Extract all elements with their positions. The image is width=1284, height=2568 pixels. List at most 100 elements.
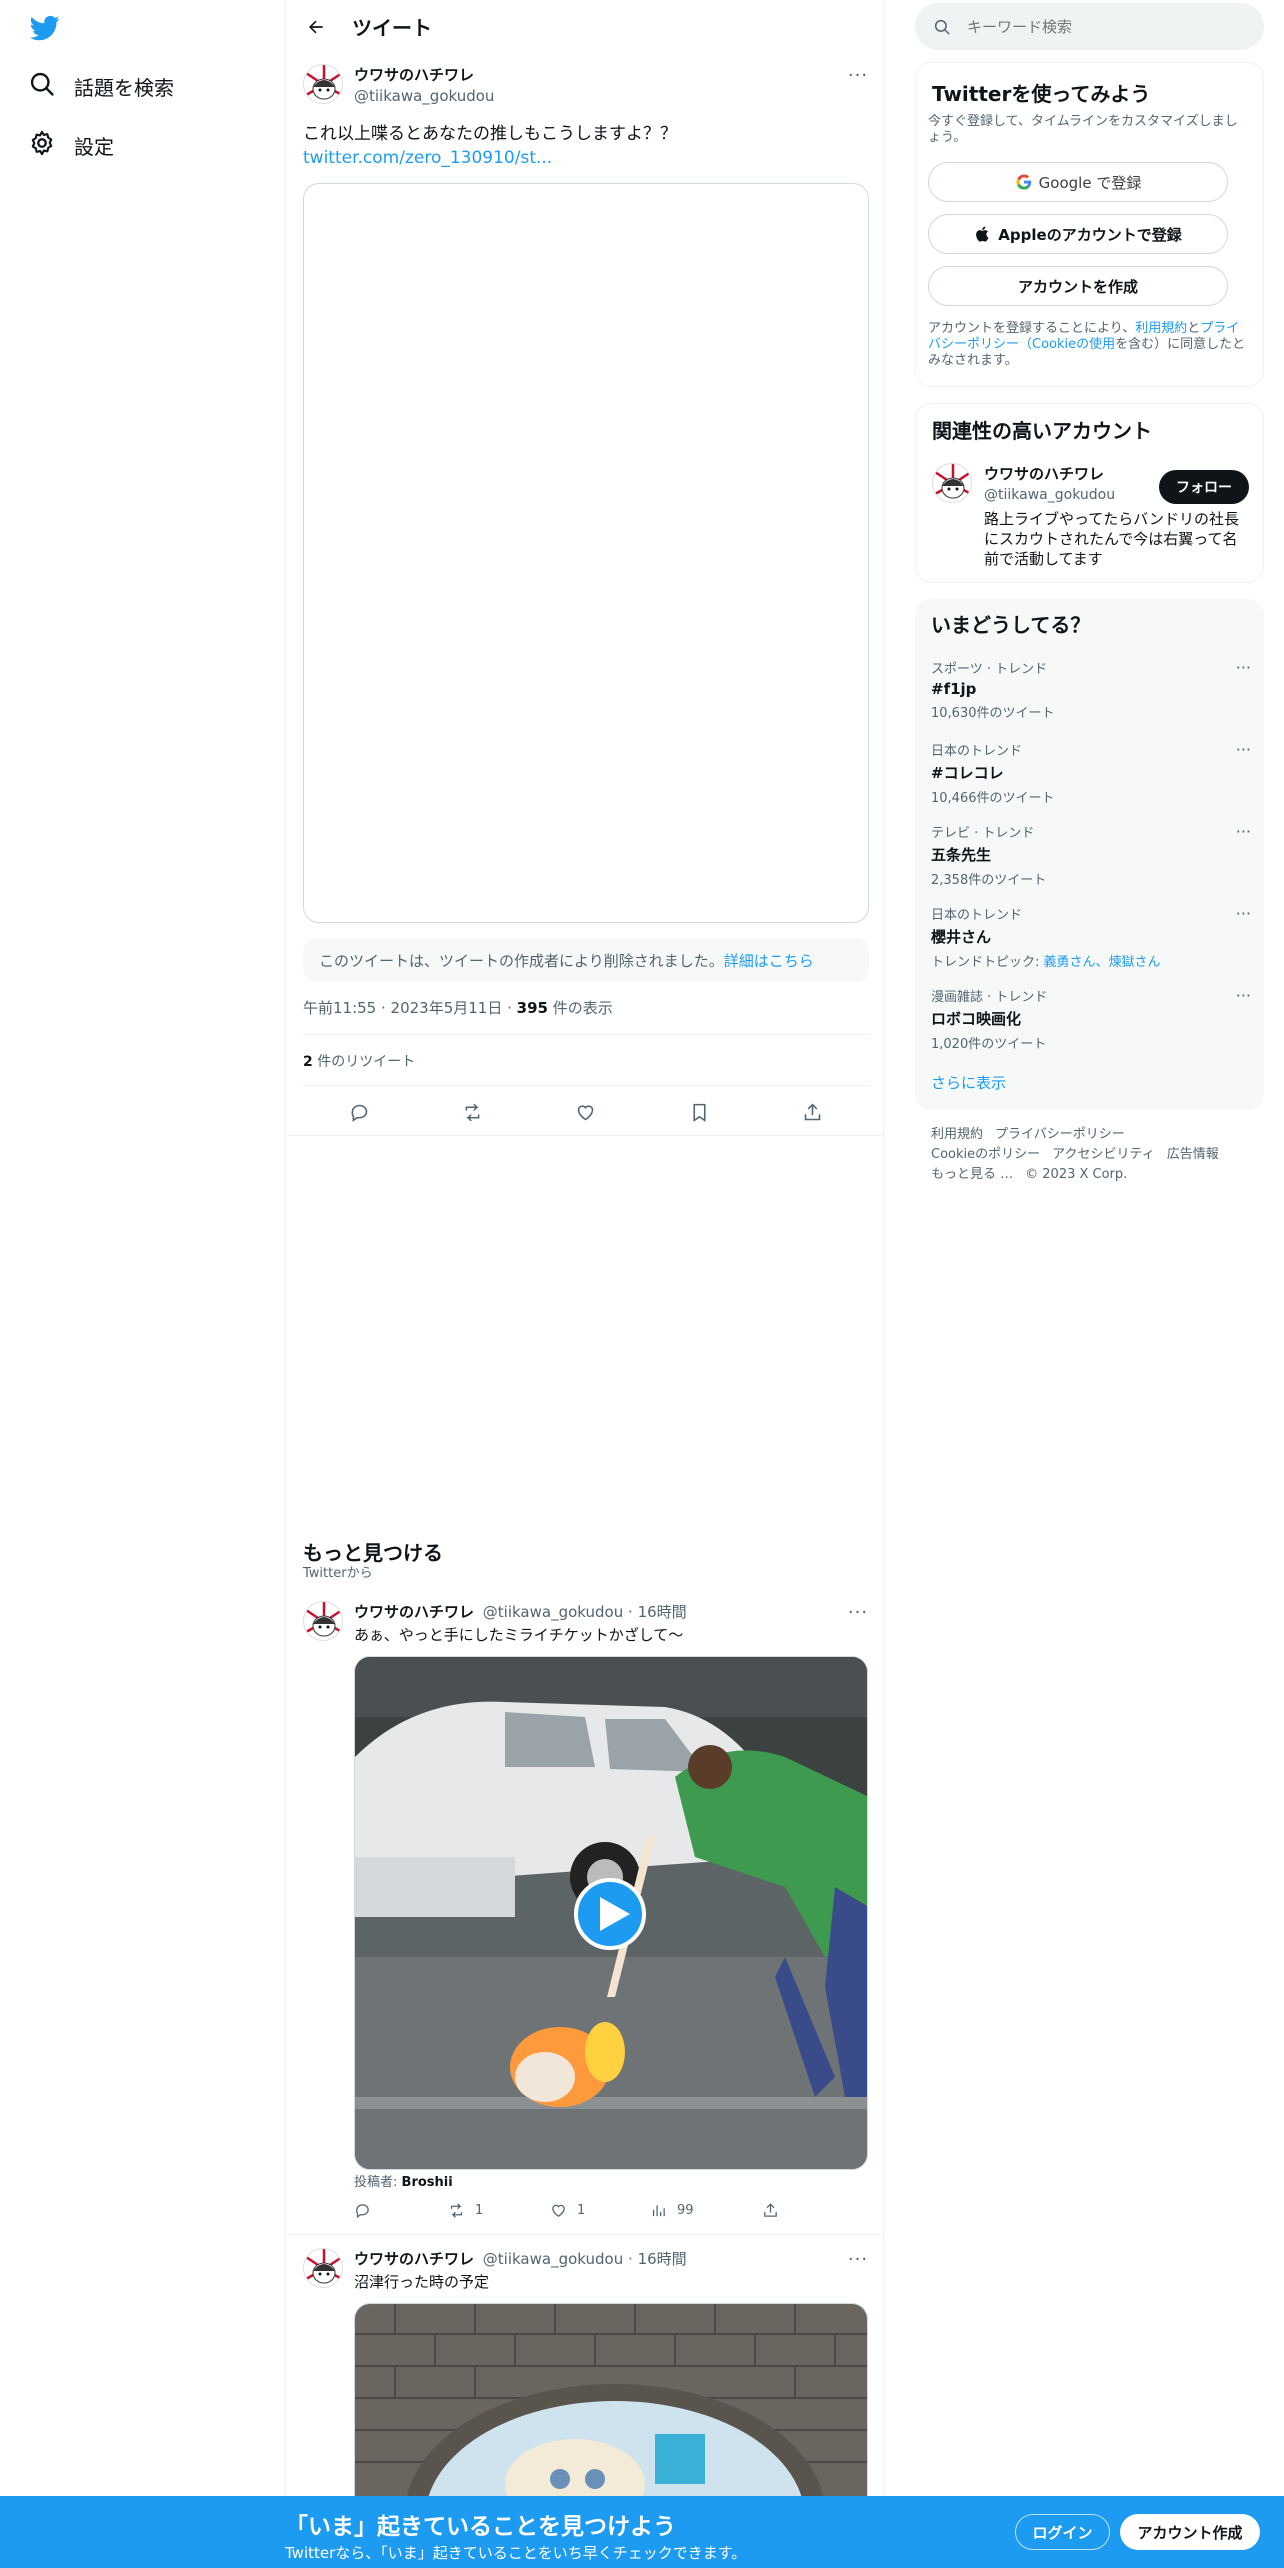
search-box[interactable]: [915, 3, 1264, 50]
search-input[interactable]: [967, 17, 1247, 36]
terms-text: と: [1187, 321, 1201, 336]
embedded-quote-frame: [303, 183, 869, 923]
more-icon[interactable]: ···: [1236, 822, 1251, 841]
trend-item[interactable]: スポーツ · トレンド #f1jp 10,630件のツイート ···: [931, 658, 1251, 721]
trends-title: いまどうしてる？: [931, 613, 1091, 637]
footer-link[interactable]: Cookieのポリシー: [931, 1147, 1040, 1162]
retweet-button[interactable]: [462, 1102, 483, 1123]
tweet-time[interactable]: 午前11:55: [303, 999, 376, 1017]
footer-link[interactable]: アクセシビリティ: [1052, 1147, 1155, 1162]
author-name[interactable]: ウワサのハチワレ: [354, 1603, 474, 1621]
follow-button[interactable]: フォロー: [1159, 470, 1249, 504]
trend-topics: トレンドトピック: 義勇さん、煉獄さん: [931, 951, 1251, 970]
divider: [286, 1135, 883, 1136]
avatar[interactable]: [303, 64, 343, 104]
tweet-actions: [303, 1092, 869, 1132]
trend-item[interactable]: 漫画雑誌 · トレンド ロボコ映画化 1,020件のツイート ···: [931, 986, 1251, 1052]
tweet-date[interactable]: 2023年5月11日: [391, 999, 503, 1017]
more-icon[interactable]: ···: [1236, 904, 1251, 923]
apple-signup-button[interactable]: Appleのアカウントで登録: [928, 214, 1228, 254]
views-button[interactable]: 99: [650, 2202, 694, 2219]
share-icon: [764, 2203, 777, 2217]
tweet-time[interactable]: 16時間: [638, 1603, 687, 1621]
chart-bar-icon: [652, 2205, 665, 2217]
retweet-count: 2: [303, 1054, 313, 1070]
trend-item[interactable]: テレビ · トレンド 五条先生 2,358件のツイート ···: [931, 822, 1251, 888]
image-thumbnail[interactable]: [354, 2303, 868, 2496]
apple-icon: [976, 226, 989, 242]
learn-more-link[interactable]: 詳細はこちら: [724, 952, 814, 970]
reply-icon: [356, 2204, 369, 2219]
author-name[interactable]: ウワサのハチワレ: [354, 2250, 474, 2268]
avatar[interactable]: [303, 1601, 343, 1641]
retweet-icon: [465, 1103, 480, 1121]
share-button[interactable]: [802, 1102, 823, 1123]
footer-link[interactable]: もっと見る …: [931, 1167, 1013, 1182]
more-options-button[interactable]: ···: [841, 65, 875, 86]
nav-item-settings[interactable]: 設定: [28, 121, 114, 169]
search-icon: [934, 19, 950, 34]
footer-link[interactable]: プライバシーポリシー: [995, 1127, 1125, 1142]
trend-item[interactable]: 日本のトレンド 櫻井さん トレンドトピック: 義勇さん、煉獄さん ···: [931, 904, 1251, 970]
video-thumbnail[interactable]: [354, 1656, 868, 2170]
footer-link[interactable]: 広告情報: [1167, 1147, 1219, 1162]
more-icon: ···: [847, 1601, 869, 1623]
trend-name: 櫻井さん: [931, 928, 992, 946]
trend-topic-label: トレンドトピック:: [931, 955, 1040, 970]
banner-title: 「いま」起きていることを見つけよう: [285, 2514, 676, 2540]
separator-dot: ·: [628, 1603, 633, 1621]
author-name: ウワサのハチワレ: [354, 66, 475, 84]
trend-category: 漫画雑誌 · トレンド: [931, 990, 1048, 1005]
more-icon[interactable]: ···: [1236, 658, 1251, 677]
google-signup-button[interactable]: Google で登録: [928, 162, 1228, 202]
like-count: 1: [577, 2203, 586, 2218]
more-options-button[interactable]: ···: [841, 2249, 875, 2270]
like-button[interactable]: 1: [550, 2202, 585, 2219]
trend-item[interactable]: 日本のトレンド #コレコレ 10,466件のツイート ···: [931, 740, 1251, 806]
like-button[interactable]: [575, 1102, 596, 1123]
avatar[interactable]: [303, 2248, 343, 2288]
tweet-author[interactable]: ウワサのハチワレ @tiikawa_gokudou: [354, 64, 494, 105]
back-button[interactable]: [296, 7, 336, 47]
signup-title: Twitterを使ってみよう: [932, 82, 1151, 106]
twitter-logo-icon[interactable]: [28, 13, 62, 43]
signup-card: Twitterを使ってみよう 今すぐ登録して、タイムラインをカスタマイズしましょ…: [915, 62, 1264, 387]
gear-icon: [28, 129, 56, 161]
show-more-link[interactable]: さらに表示: [931, 1072, 1006, 1093]
more-icon[interactable]: ···: [1236, 986, 1251, 1005]
trend-name: #f1jp: [931, 680, 977, 698]
share-icon: [804, 1103, 821, 1120]
signup-button[interactable]: アカウント作成: [1120, 2514, 1260, 2550]
reply-button[interactable]: [349, 1102, 370, 1123]
related-account[interactable]: ウワサのハチワレ @tiikawa_gokudou: [984, 463, 1115, 503]
create-account-button[interactable]: アカウントを作成: [928, 266, 1228, 306]
nav-item-label: 話題を検索: [74, 75, 174, 100]
avatar[interactable]: [932, 463, 972, 503]
heart-icon: [578, 1104, 594, 1120]
credit-name[interactable]: Broshii: [402, 2175, 453, 2190]
author-handle[interactable]: @tiikawa_gokudou: [483, 1603, 623, 1621]
banner-subtitle: Twitterなら、「いま」起きていることをいち早くチェックできます。: [285, 2544, 747, 2562]
discover-subtitle: Twitterから: [303, 1566, 373, 1581]
trend-count: 10,466件のツイート: [931, 791, 1055, 806]
trend-topic-links[interactable]: 義勇さん、煉獄さん: [1044, 955, 1161, 970]
trends-panel: いまどうしてる？ スポーツ · トレンド #f1jp 10,630件のツイート …: [915, 599, 1264, 1110]
share-button[interactable]: [762, 2202, 779, 2219]
author-handle[interactable]: @tiikawa_gokudou: [483, 2250, 623, 2268]
retweet-count-row[interactable]: 2 件のリツイート: [303, 1051, 415, 1071]
related-title: 関連性の高いアカウント: [932, 419, 1152, 443]
feed-tweet-text: あぁ、やっと手にしたミライチケットかざして〜: [354, 1626, 684, 1644]
tweet-time[interactable]: 16時間: [638, 2250, 687, 2268]
more-options-button[interactable]: ···: [841, 1601, 875, 1623]
login-button[interactable]: ログイン: [1015, 2514, 1110, 2550]
trend-count: 1,020件のツイート: [931, 1037, 1047, 1052]
tweet-link[interactable]: twitter.com/zero_130910/st...: [303, 146, 863, 170]
bookmark-button[interactable]: [689, 1102, 710, 1123]
footer-link[interactable]: 利用規約: [931, 1127, 983, 1142]
terms-link[interactable]: 利用規約: [1135, 321, 1187, 336]
arrow-left-icon: [309, 20, 323, 33]
more-icon[interactable]: ···: [1236, 740, 1251, 759]
nav-item-explore[interactable]: 話題を検索: [28, 62, 174, 110]
retweet-button[interactable]: 1: [448, 2202, 483, 2219]
reply-button[interactable]: [354, 2202, 371, 2219]
